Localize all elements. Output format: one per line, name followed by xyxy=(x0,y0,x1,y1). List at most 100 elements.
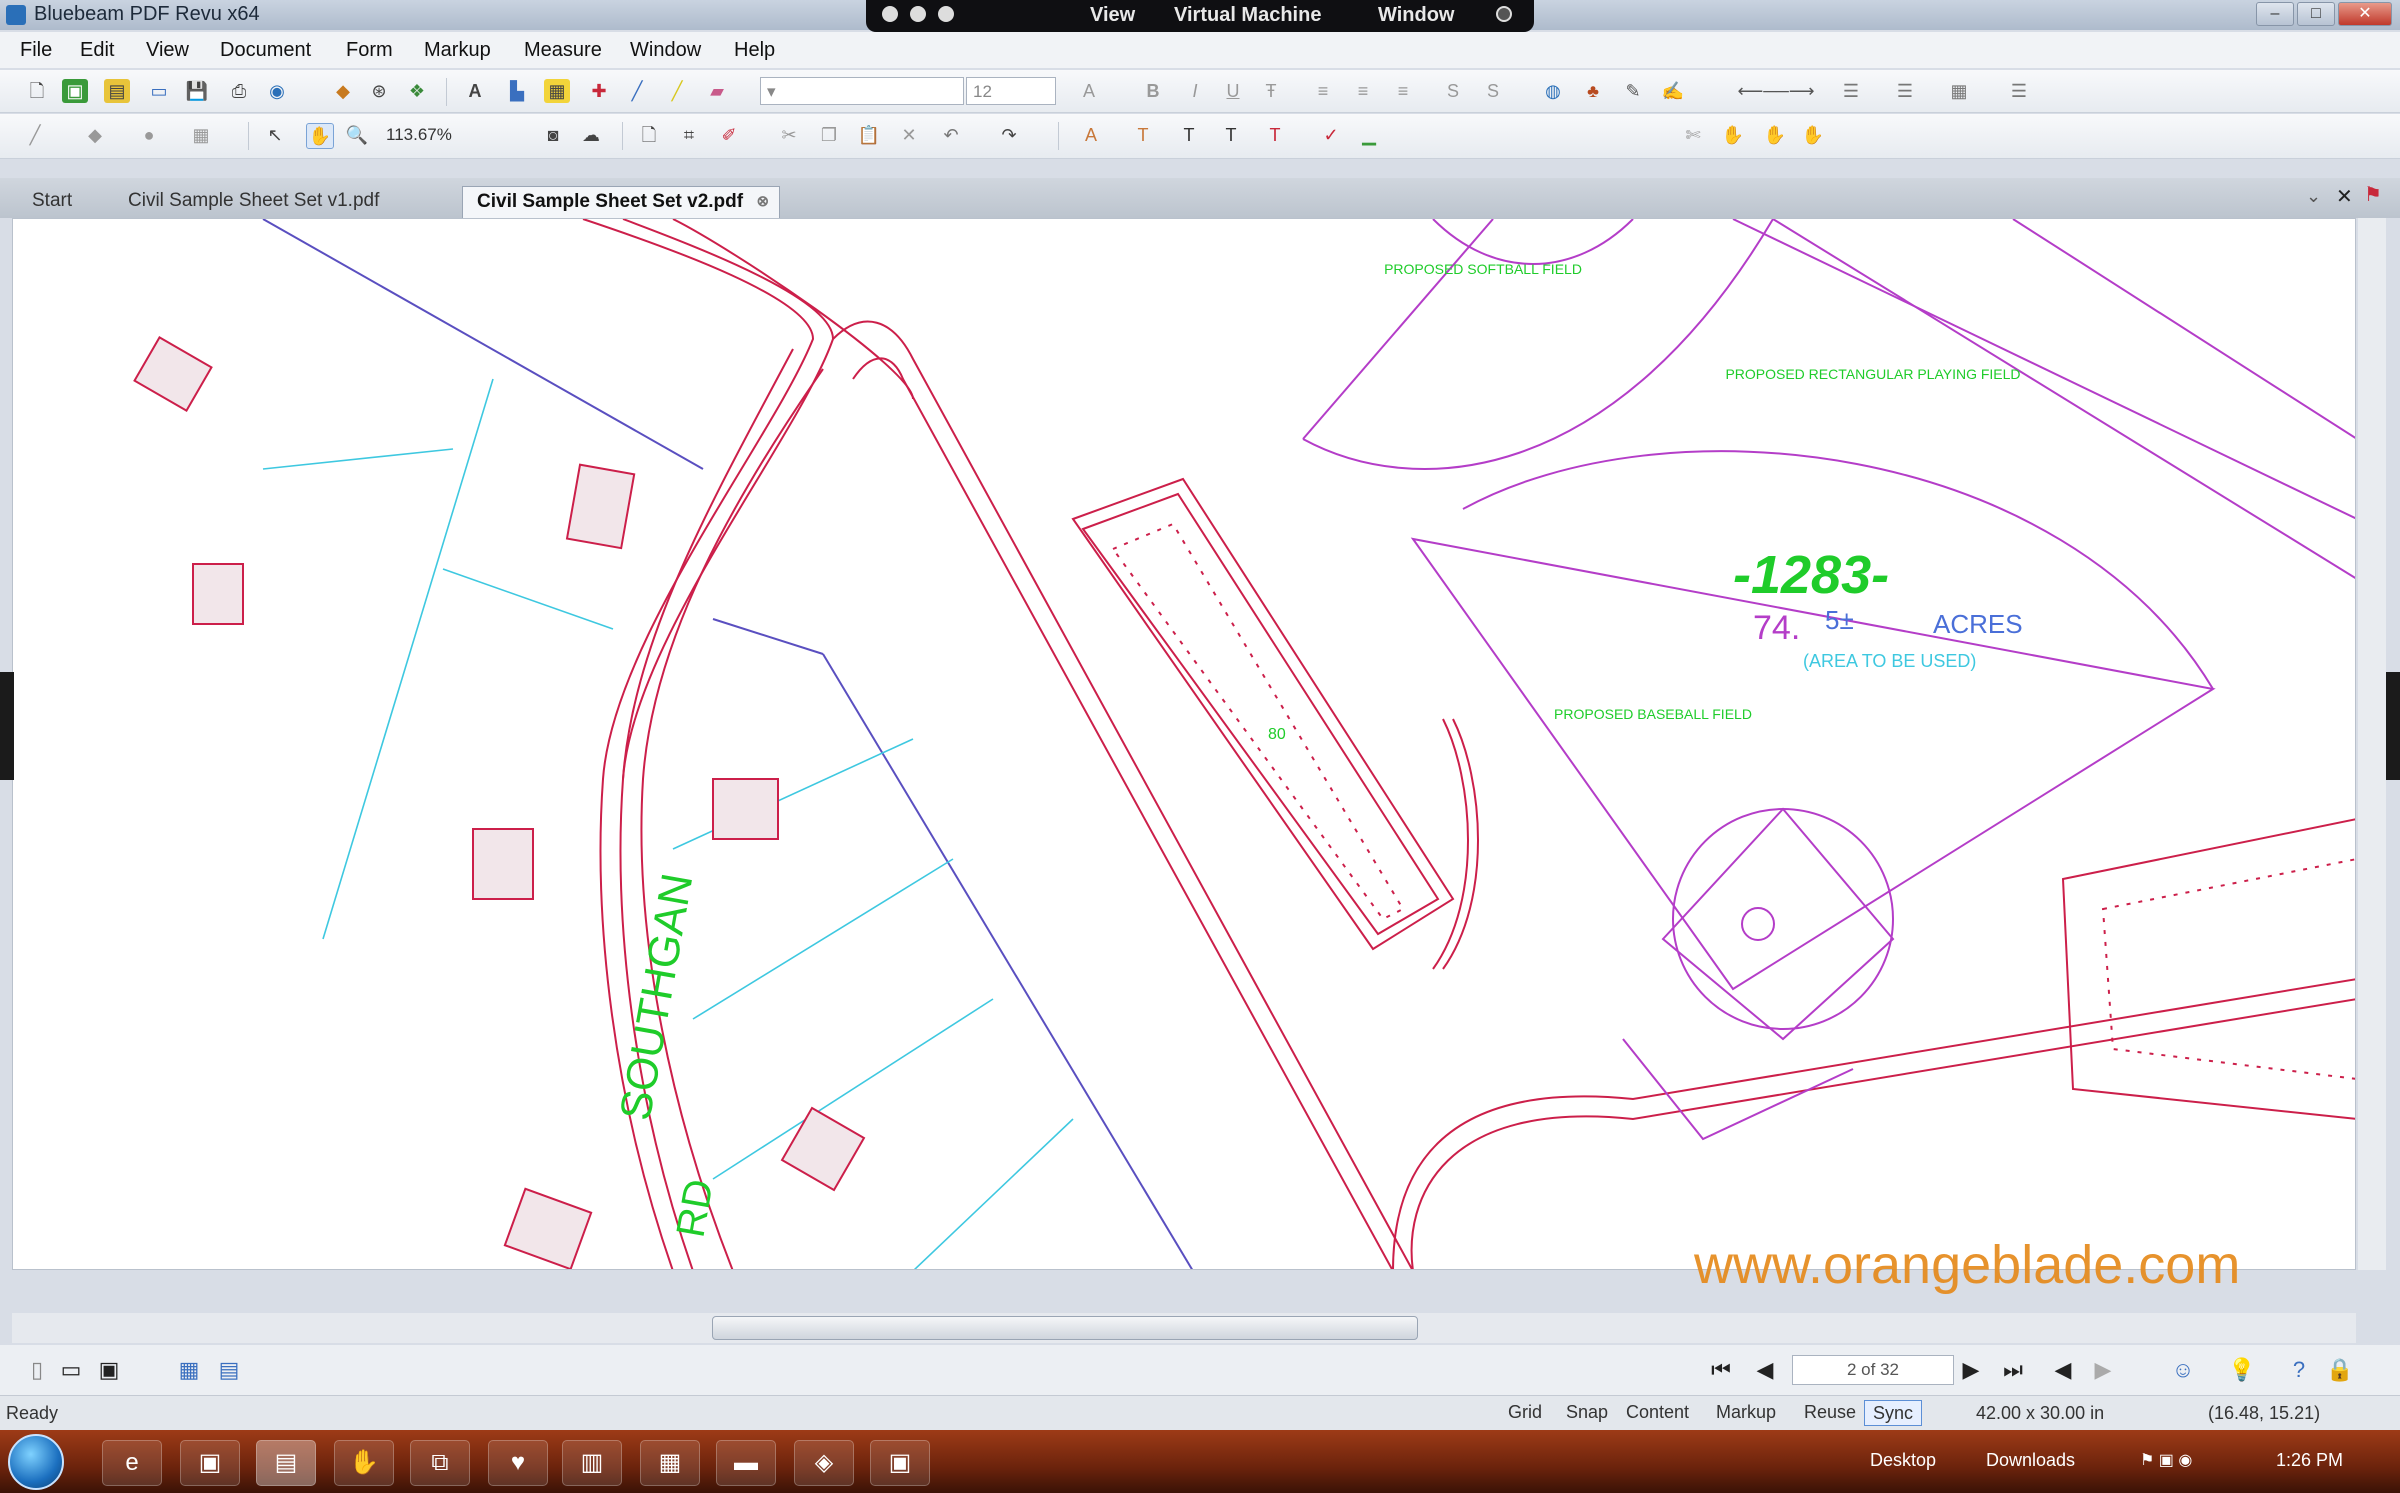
replace-text-icon[interactable]: T xyxy=(1218,123,1244,147)
insert-text-icon[interactable]: T xyxy=(1176,123,1202,147)
align-right-icon[interactable]: ≡ xyxy=(1390,79,1416,103)
bluebeam-task-icon[interactable]: ▤ xyxy=(256,1440,316,1486)
box-icon[interactable]: ◆ xyxy=(330,79,356,103)
menu-file[interactable]: File xyxy=(20,39,52,62)
two-page-icon[interactable]: ▣ xyxy=(96,1357,122,1383)
line-color-icon[interactable]: ╱ xyxy=(22,123,48,147)
subscript-icon[interactable]: S xyxy=(1480,79,1506,103)
crop-icon[interactable]: ⌗ xyxy=(676,123,702,147)
font-color-icon[interactable]: A xyxy=(1076,79,1102,103)
note-icon[interactable]: ▦ xyxy=(544,79,570,103)
panel-pin-icon[interactable]: ⚑ xyxy=(2364,182,2382,207)
status-sync-button[interactable]: Sync xyxy=(1864,1400,1923,1426)
bold-icon[interactable]: B xyxy=(1140,79,1166,103)
vm-menu-view[interactable]: View xyxy=(1090,4,1135,27)
right-panel-toggle[interactable] xyxy=(2386,672,2400,780)
app-icon-11[interactable]: ▣ xyxy=(870,1440,930,1486)
undo-icon[interactable]: ↶ xyxy=(938,123,964,147)
strikeout-text-icon[interactable]: T xyxy=(1262,123,1288,147)
select-icon[interactable]: ↖ xyxy=(262,123,288,147)
text-select-icon[interactable]: A xyxy=(1078,123,1104,147)
text-icon[interactable]: A xyxy=(462,79,488,103)
tab-start[interactable]: Start xyxy=(18,186,86,218)
properties-icon[interactable]: ▤ xyxy=(104,79,130,103)
fill-color-icon[interactable]: ◆ xyxy=(82,123,108,147)
document-canvas[interactable]: PROPOSED SOFTBALL FIELD PROPOSED RECTANG… xyxy=(12,218,2356,1270)
callout-icon[interactable]: ▙ xyxy=(504,79,530,103)
cut-icon[interactable]: ✂ xyxy=(776,123,802,147)
app-icon-8[interactable]: ▦ xyxy=(640,1440,700,1486)
superscript-icon[interactable]: S xyxy=(1440,79,1466,103)
opacity-icon[interactable]: ☰ xyxy=(2006,79,2032,103)
redact-icon[interactable]: ✐ xyxy=(716,123,742,147)
clock[interactable]: 1:26 PM xyxy=(2276,1450,2343,1471)
maximize-button[interactable]: □ xyxy=(2297,2,2335,26)
start-button[interactable] xyxy=(8,1434,64,1490)
highlighter-icon[interactable]: ╱ xyxy=(664,79,690,103)
binoculars-icon[interactable]: ⊛ xyxy=(366,79,392,103)
close-button[interactable]: ✕ xyxy=(2338,2,2392,26)
horizontal-scrollbar[interactable] xyxy=(12,1313,2356,1343)
menu-view[interactable]: View xyxy=(146,39,189,62)
menu-measure[interactable]: Measure xyxy=(524,39,602,62)
email-icon[interactable]: ◉ xyxy=(264,79,290,103)
zoom-level-select[interactable]: 113.67% xyxy=(380,121,526,149)
area-icon[interactable]: ✋ xyxy=(1720,123,1746,147)
help-icon[interactable]: ? xyxy=(2286,1357,2312,1383)
menu-form[interactable]: Form xyxy=(346,39,393,62)
menu-document[interactable]: Document xyxy=(220,39,311,62)
status-content-button[interactable]: Content xyxy=(1618,1400,1697,1424)
last-page-icon[interactable]: ⏭ xyxy=(2000,1357,2026,1383)
redo-icon[interactable]: ↷ xyxy=(996,123,1022,147)
minimize-button[interactable]: – xyxy=(2256,2,2294,26)
horizontal-scroll-thumb[interactable] xyxy=(712,1316,1418,1340)
markup-line-icon[interactable]: ▁ xyxy=(1356,123,1382,147)
align-center-icon[interactable]: ≡ xyxy=(1350,79,1376,103)
tab-civil-v2[interactable]: Civil Sample Sheet Set v2.pdf ⊗ xyxy=(462,186,781,219)
hyperlink-icon[interactable]: ◍ xyxy=(1540,79,1566,103)
app-icon-7[interactable]: ▥ xyxy=(562,1440,622,1486)
close-all-icon[interactable]: ✕ xyxy=(2336,184,2353,209)
split-vertical-icon[interactable]: ▦ xyxy=(176,1357,202,1383)
ie-icon[interactable]: e xyxy=(102,1440,162,1486)
dimension-icon[interactable]: ⟵──⟶ xyxy=(1726,79,1826,103)
next-page-icon[interactable]: ▶ xyxy=(1958,1357,1984,1383)
back-view-icon[interactable]: ◀ xyxy=(2050,1357,2076,1383)
split-horizontal-icon[interactable]: ▤ xyxy=(216,1357,242,1383)
line-style-icon[interactable]: ☰ xyxy=(1838,79,1864,103)
comment-icon[interactable]: ☁ xyxy=(578,123,604,147)
font-family-select[interactable]: ▾ xyxy=(760,77,964,105)
status-markup-button[interactable]: Markup xyxy=(1708,1400,1784,1424)
volume-icon[interactable]: ✋ xyxy=(1762,123,1788,147)
shadow-icon[interactable]: ● xyxy=(136,123,162,147)
scan-icon[interactable]: ▭ xyxy=(146,79,172,103)
measure-icon[interactable]: ✄ xyxy=(1680,123,1706,147)
vm-menu-virtual-machine[interactable]: Virtual Machine xyxy=(1174,4,1321,27)
left-panel-toggle[interactable] xyxy=(0,672,14,780)
attachment-icon[interactable]: ✎ xyxy=(1620,79,1646,103)
single-page-icon[interactable]: ▯ xyxy=(24,1357,50,1383)
signature-icon[interactable]: ✍ xyxy=(1660,79,1686,103)
page-icon[interactable]: 🗋 xyxy=(636,123,662,147)
fill-icon[interactable]: ▦ xyxy=(1946,79,1972,103)
menu-edit[interactable]: Edit xyxy=(80,39,114,62)
new-document-icon[interactable]: 🗋 xyxy=(24,79,50,103)
open-icon[interactable]: ▣ xyxy=(62,79,88,103)
vm-dot-icon[interactable] xyxy=(910,6,926,22)
paste-icon[interactable]: 📋 xyxy=(856,123,882,147)
strikethrough-icon[interactable]: Ŧ xyxy=(1258,79,1284,103)
vm-dot-icon[interactable] xyxy=(938,6,954,22)
tab-menu-icon[interactable]: ⌄ xyxy=(2306,186,2321,207)
status-snap-button[interactable]: Snap xyxy=(1558,1400,1616,1424)
app-icon-4[interactable]: ✋ xyxy=(334,1440,394,1486)
copy-icon[interactable]: ❐ xyxy=(816,123,842,147)
pen-icon[interactable]: ╱ xyxy=(624,79,650,103)
pan-hand-icon[interactable]: ✋ xyxy=(306,123,334,149)
studio-icon[interactable]: ❖ xyxy=(404,79,430,103)
eraser-icon[interactable]: ▰ xyxy=(704,79,730,103)
hatch-icon[interactable]: ▦ xyxy=(188,123,214,147)
stamp-tool-icon[interactable]: ♣ xyxy=(1580,79,1606,103)
line-weight-icon[interactable]: ☰ xyxy=(1892,79,1918,103)
vertical-scrollbar[interactable] xyxy=(2358,218,2386,1270)
menu-markup[interactable]: Markup xyxy=(424,39,491,62)
